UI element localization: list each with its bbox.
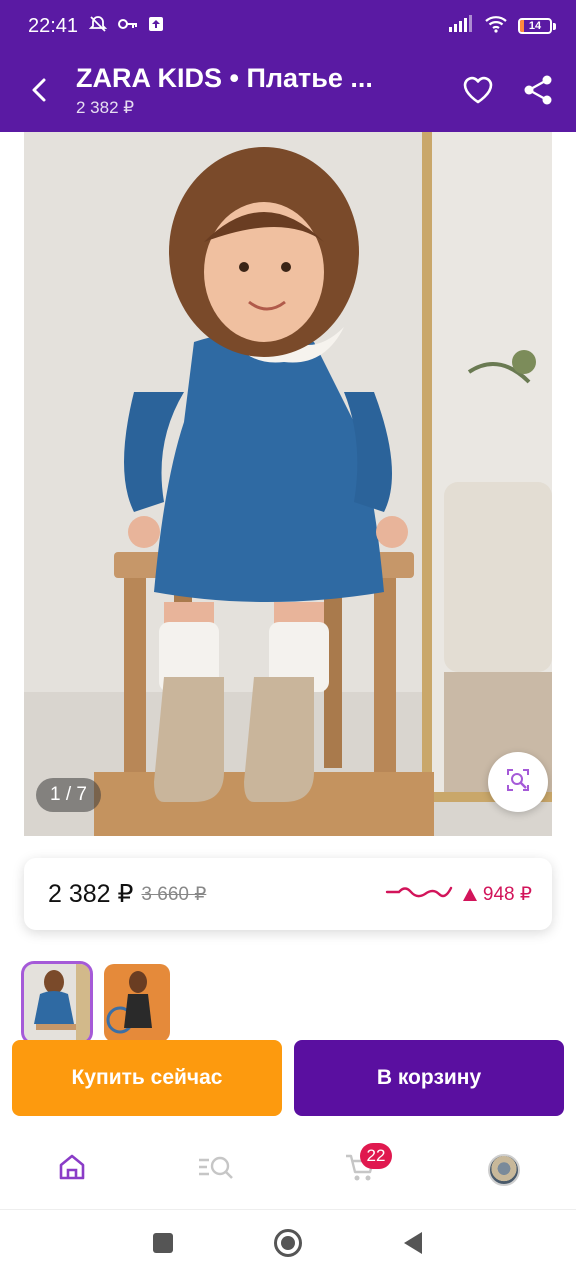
action-buttons: Купить сейчас В корзину [12,1040,564,1116]
product-price-subtitle: 2 382 ₽ [76,97,135,117]
share-button[interactable] [522,74,554,111]
buy-now-button[interactable]: Купить сейчас [12,1040,282,1116]
nav-cart[interactable]: 22 [320,1135,400,1205]
visual-search-icon [504,766,532,799]
favorite-button[interactable] [462,75,494,110]
price-change-value: 948 ₽ [482,883,532,905]
bell-off-icon [88,14,108,39]
signal-icon [448,14,474,38]
back-button[interactable] [0,52,80,132]
add-to-cart-button[interactable]: В корзину [294,1040,564,1116]
catalog-search-icon [197,1152,235,1187]
nav-profile[interactable] [464,1135,544,1205]
product-title: ZARA KIDS • Платье ... [76,62,373,93]
price-up-icon [462,887,477,901]
heart-icon [462,75,494,110]
price-history-sparkline-icon [385,882,453,907]
battery-icon: 14 [518,18,556,34]
visual-search-button[interactable] [488,752,548,812]
status-bar: 22:41 14 [0,0,576,52]
home-system-button[interactable] [258,1215,318,1275]
current-price: 2 382 ₽ [48,880,134,908]
status-time: 22:41 [28,14,79,37]
page-indicator: 1 / 7 [36,778,101,812]
old-price: 3 660 ₽ [141,883,207,905]
upload-icon [148,16,164,37]
home-icon [57,1152,87,1187]
triangle-back-icon [402,1231,424,1260]
battery-level: 14 [528,20,542,32]
product-image-gallery[interactable]: 1 / 7 [24,132,552,836]
profile-avatar [488,1153,520,1186]
cart-badge: 22 [360,1142,392,1169]
back-system-button[interactable] [383,1215,443,1275]
nav-catalog[interactable] [176,1135,256,1205]
system-navigation-bar [0,1210,576,1280]
recent-apps-button[interactable] [133,1215,193,1275]
thumbnail-2[interactable] [104,964,170,1042]
price-history[interactable]: 948 ₽ [385,882,532,907]
nav-home[interactable] [32,1135,112,1205]
thumbnail-image [24,964,90,1042]
price-change: 948 ₽ [462,883,532,906]
key-icon [118,17,138,36]
thumbnail-strip [21,961,170,1045]
app-bar: ZARA KIDS • Платье ... 2 382 ₽ [0,52,576,132]
square-icon [152,1232,174,1259]
product-photo [24,132,552,836]
price-card[interactable]: 2 382 ₽ 3 660 ₽ 948 ₽ [24,858,552,930]
back-arrow-icon [27,77,53,108]
thumbnail-image [104,964,170,1042]
bottom-navigation: 22 [0,1130,576,1210]
share-icon [522,74,554,111]
thumbnail-1[interactable] [21,961,93,1045]
wifi-icon [484,15,508,38]
circle-icon [273,1228,303,1263]
